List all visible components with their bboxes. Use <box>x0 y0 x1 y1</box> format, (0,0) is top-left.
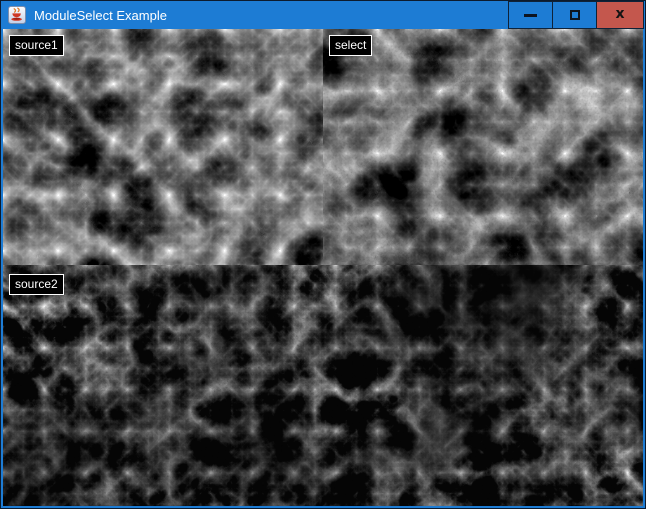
maximize-icon <box>570 10 580 20</box>
source2-label: source2 <box>9 274 64 295</box>
close-icon: x <box>615 9 624 19</box>
minimize-button[interactable] <box>508 1 553 29</box>
minimize-icon <box>524 14 537 17</box>
close-button[interactable]: x <box>596 1 644 29</box>
source1-image <box>3 29 323 265</box>
source2-image <box>3 265 643 506</box>
noise-render-area: source1 select source2 <box>3 29 643 506</box>
titlebar[interactable]: ModuleSelect Example x <box>1 1 645 29</box>
window-controls: x <box>509 1 644 29</box>
source1-label: source1 <box>9 35 64 56</box>
app-window: ModuleSelect Example x <box>0 0 646 509</box>
select-label: select <box>329 35 372 56</box>
maximize-button[interactable] <box>552 1 597 29</box>
window-title: ModuleSelect Example <box>34 8 167 23</box>
java-coffee-cup-icon[interactable] <box>8 6 26 24</box>
